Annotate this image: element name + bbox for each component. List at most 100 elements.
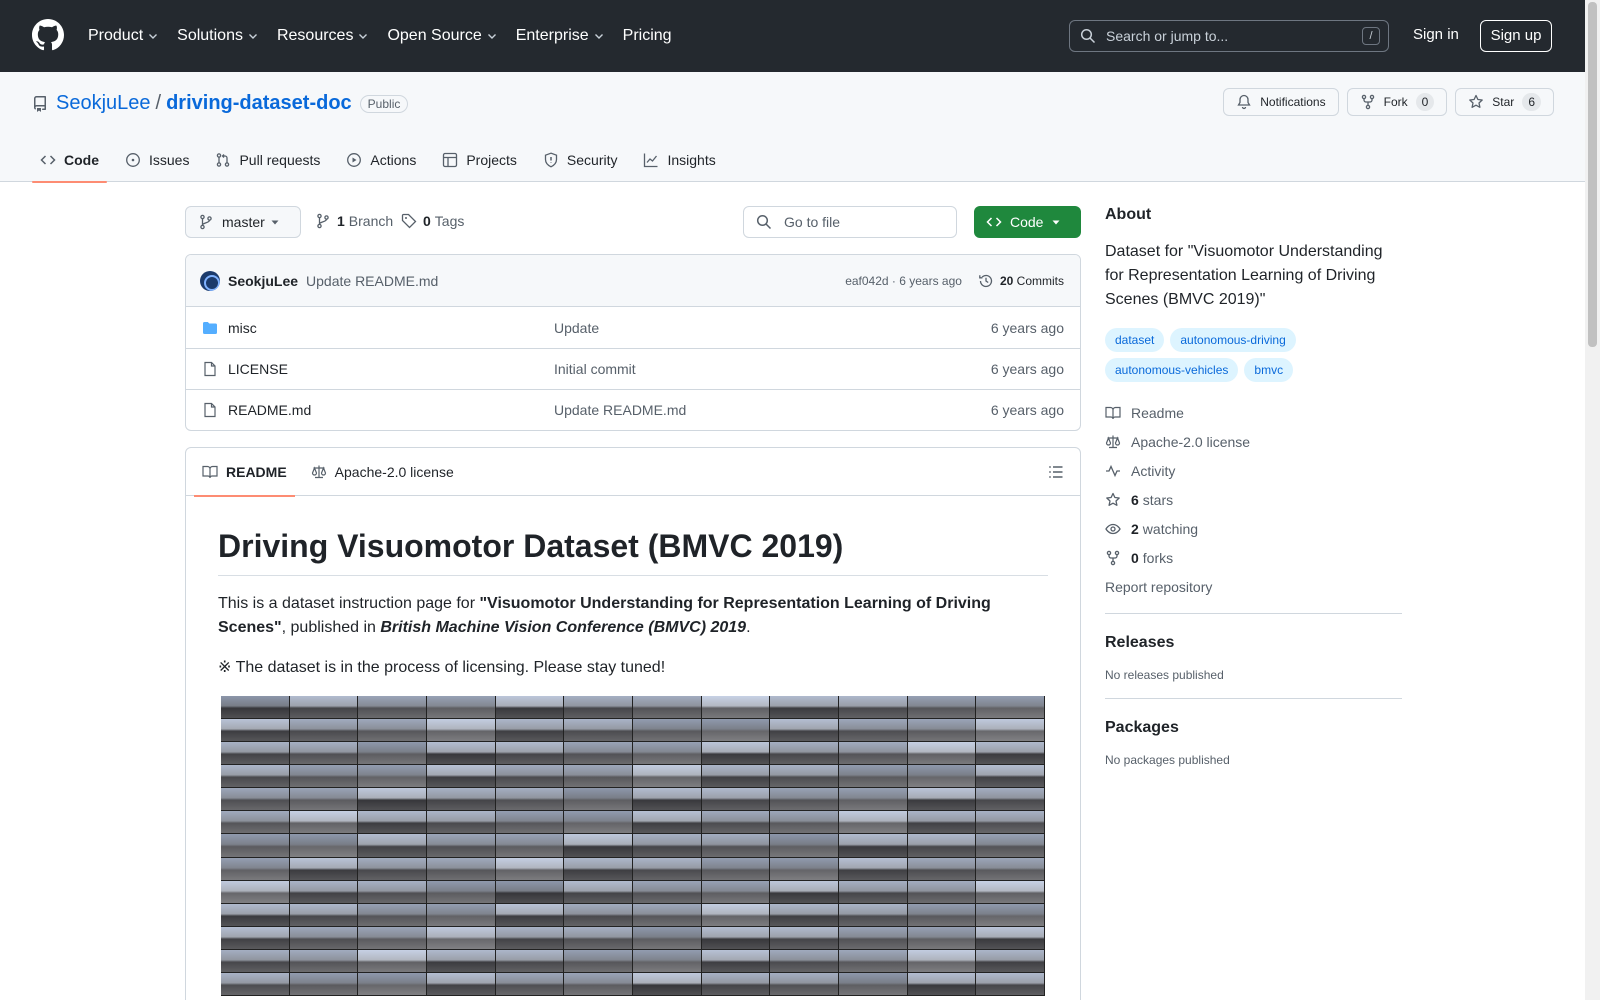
mosaic-tile xyxy=(632,788,702,812)
mosaic-tile xyxy=(838,903,908,927)
mosaic-tile xyxy=(289,972,359,996)
tab-actions[interactable]: Actions xyxy=(338,138,424,182)
repo-owner-link[interactable]: SeokjuLee xyxy=(56,92,151,115)
code-icon xyxy=(986,217,1002,227)
forks-link[interactable]: 0 forks xyxy=(1105,543,1402,572)
tab-readme[interactable]: README xyxy=(194,448,295,497)
tab-projects[interactable]: Projects xyxy=(434,138,525,182)
mosaic-tile xyxy=(770,926,839,950)
stars-count: 6 xyxy=(1131,491,1139,508)
repo-title: SeokjuLee / driving-dataset-doc Public xyxy=(32,92,409,115)
file-name-link[interactable]: README.md xyxy=(228,402,554,418)
venue-name: British Machine Vision Conference (BMVC)… xyxy=(380,619,747,636)
tab-pull-requests[interactable]: Pull requests xyxy=(207,138,328,182)
mosaic-tile xyxy=(770,696,839,720)
star-button[interactable]: Star 6 xyxy=(1455,88,1554,116)
mosaic-tile xyxy=(495,719,565,743)
stars-link[interactable]: 6 stars xyxy=(1105,485,1402,514)
tab-label: Issues xyxy=(149,152,190,168)
mosaic-tile xyxy=(701,903,771,927)
nav-label: Open Source xyxy=(387,27,482,44)
link-label: stars xyxy=(1142,491,1174,508)
chevron-down-icon xyxy=(487,34,496,39)
mosaic-tile xyxy=(221,926,290,950)
go-to-file-input[interactable]: Go to file xyxy=(743,206,957,238)
file-row-readme[interactable]: README.md Update README.md 6 years ago xyxy=(186,389,1080,430)
file-commit-message-link[interactable]: Update README.md xyxy=(554,402,686,418)
tags-link[interactable]: 0 Tags xyxy=(401,213,464,229)
file-name-link[interactable]: LICENSE xyxy=(228,361,554,377)
branch-icon xyxy=(200,214,212,230)
tab-insights[interactable]: Insights xyxy=(635,138,723,182)
branches-link[interactable]: 1 Branch xyxy=(315,213,393,229)
play-icon xyxy=(347,153,362,167)
topic-tag[interactable]: autonomous-vehicles xyxy=(1105,358,1239,382)
nav-enterprise[interactable]: Enterprise xyxy=(516,27,605,45)
mosaic-tile xyxy=(426,834,496,858)
license-link[interactable]: Apache-2.0 license xyxy=(1105,427,1402,456)
nav-pricing[interactable]: Pricing xyxy=(623,27,672,45)
page-scrollbar[interactable] xyxy=(1585,0,1600,1000)
mosaic-tile xyxy=(564,811,633,835)
global-search-input[interactable]: Search or jump to... / xyxy=(1069,20,1389,52)
nav-resources[interactable]: Resources xyxy=(277,27,369,45)
outline-list-icon[interactable] xyxy=(1048,464,1064,480)
mosaic-tile xyxy=(632,811,702,835)
mosaic-tile xyxy=(358,811,427,835)
history-icon xyxy=(979,274,993,287)
topic-tag[interactable]: bmvc xyxy=(1244,358,1294,382)
law-icon xyxy=(311,465,326,478)
tab-issues[interactable]: Issues xyxy=(117,138,197,182)
tab-security[interactable]: Security xyxy=(535,138,626,182)
mosaic-tile xyxy=(358,719,427,743)
topic-list: dataset autonomous-driving autonomous-ve… xyxy=(1105,328,1402,382)
nav-product[interactable]: Product xyxy=(88,27,159,45)
commit-hash-link[interactable]: eaf042d · 6 years ago xyxy=(845,274,962,288)
commit-author-link[interactable]: SeokjuLee xyxy=(228,273,298,289)
nav-solutions[interactable]: Solutions xyxy=(177,27,259,45)
nav-open-source[interactable]: Open Source xyxy=(387,27,497,45)
file-commit-message-link[interactable]: Update xyxy=(554,320,599,336)
caret-down-icon xyxy=(1052,220,1060,225)
star-label: Star xyxy=(1492,95,1515,109)
releases-heading[interactable]: Releases xyxy=(1105,634,1402,652)
topic-tag[interactable]: dataset xyxy=(1105,328,1165,352)
packages-heading[interactable]: Packages xyxy=(1105,719,1402,737)
sign-in-link[interactable]: Sign in xyxy=(1413,26,1459,43)
mosaic-tile xyxy=(289,788,359,812)
search-placeholder: Search or jump to... xyxy=(1106,28,1229,44)
branch-select-button[interactable]: master xyxy=(185,206,301,238)
fork-button[interactable]: Fork 0 xyxy=(1346,88,1448,116)
file-icon xyxy=(204,361,216,377)
mosaic-tile xyxy=(976,834,1045,858)
file-name-link[interactable]: misc xyxy=(228,320,554,336)
repo-name-link[interactable]: driving-dataset-doc xyxy=(166,92,352,115)
file-row-misc[interactable]: misc Update 6 years ago xyxy=(186,307,1080,348)
activity-link[interactable]: Activity xyxy=(1105,456,1402,485)
notifications-button[interactable]: Notifications xyxy=(1223,88,1339,116)
mosaic-tile xyxy=(701,765,771,789)
watching-link[interactable]: 2 watching xyxy=(1105,514,1402,543)
code-dropdown-button[interactable]: Code xyxy=(974,206,1081,238)
sign-up-button[interactable]: Sign up xyxy=(1480,20,1552,52)
bell-icon xyxy=(1237,94,1251,110)
tab-code[interactable]: Code xyxy=(32,138,107,183)
readme-link[interactable]: Readme xyxy=(1105,398,1402,427)
scrollbar-thumb[interactable] xyxy=(1588,2,1597,347)
commit-message-link[interactable]: Update README.md xyxy=(306,273,438,289)
commits-history-link[interactable]: 20 Commits xyxy=(978,273,1064,289)
mosaic-tile xyxy=(426,788,496,812)
github-logo-icon[interactable] xyxy=(32,19,64,51)
mosaic-tile xyxy=(358,880,427,904)
file-browser: SeokjuLee Update README.md eaf042d · 6 y… xyxy=(185,254,1081,431)
file-row-license[interactable]: LICENSE Initial commit 6 years ago xyxy=(186,348,1080,389)
link-label: Readme xyxy=(1131,404,1184,421)
latest-commit-bar: SeokjuLee Update README.md eaf042d · 6 y… xyxy=(186,255,1080,307)
mosaic-tile xyxy=(426,926,496,950)
file-commit-message-link[interactable]: Initial commit xyxy=(554,361,636,377)
mosaic-tile xyxy=(838,880,908,904)
topic-tag[interactable]: autonomous-driving xyxy=(1170,328,1296,352)
report-repository-link[interactable]: Report repository xyxy=(1105,572,1402,601)
avatar[interactable] xyxy=(200,270,220,291)
tab-license[interactable]: Apache-2.0 license xyxy=(303,448,462,496)
